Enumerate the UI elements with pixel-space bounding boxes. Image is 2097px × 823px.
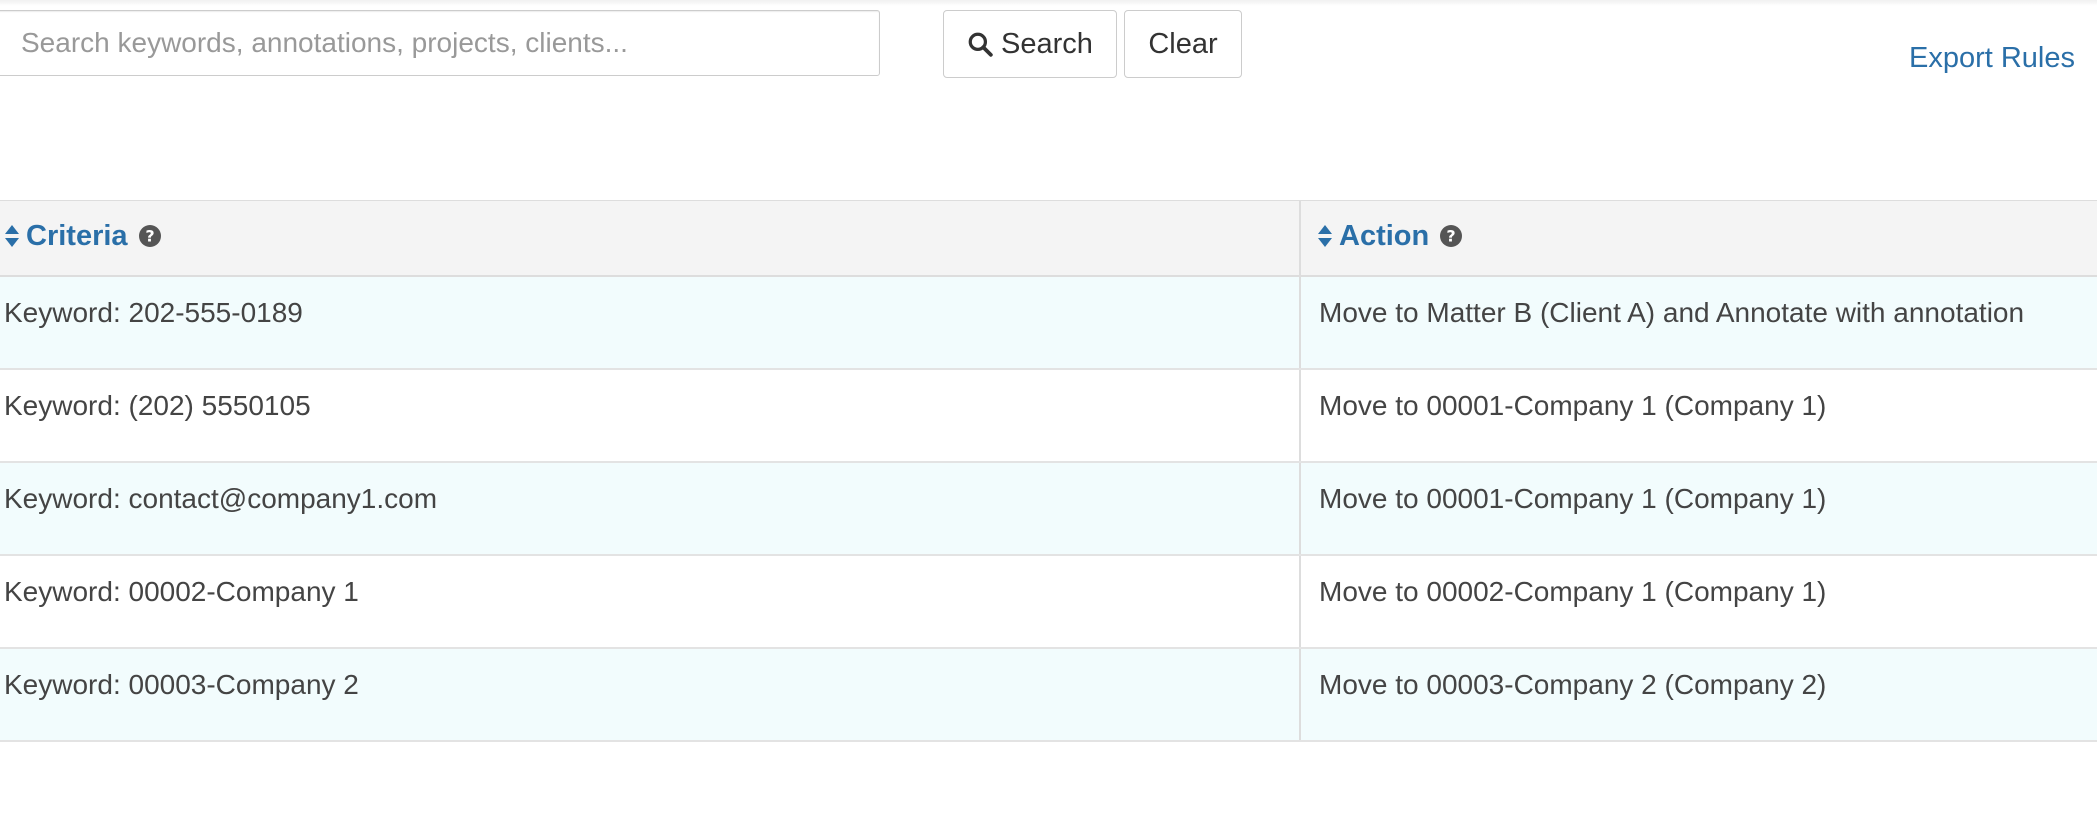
table-row[interactable]: Keyword: (202) 5550105 Move to 00001-Com…: [0, 368, 2097, 463]
action-cell: Move to Matter B (Client A) and Annotate…: [1299, 275, 2097, 370]
help-icon[interactable]: ?: [1439, 224, 1463, 248]
criteria-cell: Keyword: 00003-Company 2: [0, 647, 1300, 742]
clear-button[interactable]: Clear: [1124, 10, 1242, 78]
sort-icon[interactable]: [1317, 224, 1333, 248]
export-rules-link[interactable]: Export Rules: [1909, 42, 2075, 75]
help-icon[interactable]: ?: [138, 224, 162, 248]
column-header-criteria[interactable]: Criteria ?: [0, 200, 1300, 277]
search-input[interactable]: [0, 10, 880, 76]
table-row[interactable]: Keyword: contact@company1.com Move to 00…: [0, 461, 2097, 556]
sort-icon[interactable]: [4, 224, 20, 248]
table-row[interactable]: Keyword: 202-555-0189 Move to Matter B (…: [0, 275, 2097, 370]
rules-table: Criteria ? Action ? Keyword: 202-555-018…: [0, 200, 2097, 742]
search-button[interactable]: Search: [943, 10, 1117, 78]
search-button-label: Search: [1001, 27, 1093, 60]
svg-text:?: ?: [1447, 227, 1456, 246]
criteria-cell: Keyword: contact@company1.com: [0, 461, 1300, 556]
criteria-cell: Keyword: (202) 5550105: [0, 368, 1300, 463]
column-header-action[interactable]: Action ?: [1299, 200, 2097, 277]
top-shadow: [0, 0, 2097, 6]
rules-page: Search Clear Export Rules Criteria: [0, 0, 2097, 823]
table-header-row: Criteria ? Action ?: [0, 200, 2097, 277]
column-label-action[interactable]: Action: [1339, 220, 1429, 253]
column-label-criteria[interactable]: Criteria: [26, 220, 128, 253]
search-icon: [967, 31, 993, 57]
criteria-cell: Keyword: 202-555-0189: [0, 275, 1300, 370]
clear-button-label: Clear: [1148, 27, 1218, 60]
action-cell: Move to 00001-Company 1 (Company 1): [1299, 368, 2097, 463]
action-cell: Move to 00002-Company 1 (Company 1): [1299, 554, 2097, 649]
action-cell: Move to 00001-Company 1 (Company 1): [1299, 461, 2097, 556]
svg-text:?: ?: [145, 227, 154, 246]
table-row[interactable]: Keyword: 00002-Company 1 Move to 00002-C…: [0, 554, 2097, 649]
criteria-cell: Keyword: 00002-Company 1: [0, 554, 1300, 649]
table-row[interactable]: Keyword: 00003-Company 2 Move to 00003-C…: [0, 647, 2097, 742]
action-cell: Move to 00003-Company 2 (Company 2): [1299, 647, 2097, 742]
